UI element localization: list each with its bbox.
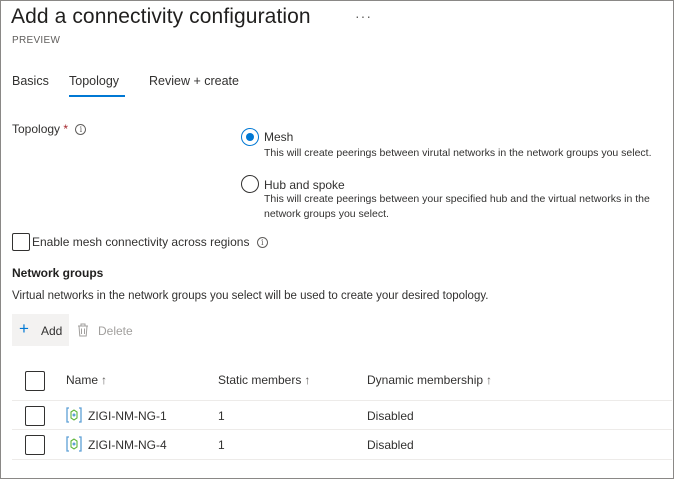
network-group-icon bbox=[66, 436, 82, 452]
table-divider bbox=[12, 429, 672, 430]
column-dynamic-membership-label: Dynamic membership bbox=[367, 373, 484, 387]
column-static-members-label: Static members bbox=[218, 373, 302, 387]
sort-arrow-icon: ↑ bbox=[101, 373, 108, 387]
network-group-name[interactable]: ZIGI-NM-NG-1 bbox=[88, 409, 167, 423]
network-group-name[interactable]: ZIGI-NM-NG-4 bbox=[88, 438, 167, 452]
column-name-label: Name bbox=[66, 373, 99, 387]
network-groups-description: Virtual networks in the network groups y… bbox=[12, 290, 489, 302]
hub-and-spoke-radio-label[interactable]: Hub and spoke bbox=[264, 178, 345, 192]
plus-icon: + bbox=[19, 319, 29, 338]
info-icon[interactable]: i bbox=[75, 124, 87, 136]
topology-field-label: Topology * i bbox=[12, 122, 87, 136]
column-header-name[interactable]: Name ↑ bbox=[66, 373, 107, 387]
column-header-dynamic-membership[interactable]: Dynamic membership ↑ bbox=[367, 373, 492, 387]
table-divider bbox=[12, 459, 672, 460]
tab-topology[interactable]: Topology bbox=[69, 74, 119, 88]
column-header-static-members[interactable]: Static members ↑ bbox=[218, 373, 310, 387]
tab-basics[interactable]: Basics bbox=[12, 74, 49, 88]
network-group-icon bbox=[66, 407, 82, 423]
sort-arrow-icon: ↑ bbox=[304, 373, 311, 387]
more-options-button[interactable]: ··· bbox=[355, 8, 372, 24]
add-button-label: Add bbox=[41, 324, 63, 338]
static-members-value: 1 bbox=[218, 409, 225, 423]
info-icon[interactable]: i bbox=[256, 237, 268, 249]
mesh-radio-label[interactable]: Mesh bbox=[264, 130, 293, 144]
add-button[interactable]: + Add bbox=[12, 314, 69, 346]
topology-label-text: Topology bbox=[12, 122, 61, 136]
select-all-checkbox[interactable] bbox=[25, 371, 45, 391]
active-tab-indicator bbox=[69, 95, 125, 97]
hub-and-spoke-description-line1: This will create peerings between your s… bbox=[264, 193, 650, 205]
page-title: Add a connectivity configuration bbox=[11, 5, 311, 28]
tab-review-create[interactable]: Review + create bbox=[149, 74, 239, 88]
required-marker: * bbox=[63, 122, 69, 136]
dynamic-membership-value: Disabled bbox=[367, 409, 414, 423]
row-checkbox[interactable] bbox=[25, 406, 45, 426]
static-members-value: 1 bbox=[218, 438, 225, 452]
network-groups-title: Network groups bbox=[12, 266, 104, 280]
mesh-radio[interactable] bbox=[241, 128, 259, 146]
hub-and-spoke-description-line2: network groups you select. bbox=[264, 208, 389, 220]
table-divider bbox=[12, 400, 672, 401]
trash-icon bbox=[78, 323, 88, 337]
preview-label: PREVIEW bbox=[12, 35, 61, 46]
enable-global-mesh-checkbox[interactable] bbox=[12, 233, 30, 251]
hub-and-spoke-radio[interactable] bbox=[241, 175, 259, 193]
mesh-description: This will create peerings between viruta… bbox=[264, 147, 652, 159]
delete-button-label: Delete bbox=[98, 324, 133, 338]
sort-arrow-icon: ↑ bbox=[486, 373, 493, 387]
dynamic-membership-value: Disabled bbox=[367, 438, 414, 452]
enable-global-mesh-label[interactable]: Enable mesh connectivity across regions bbox=[32, 235, 249, 249]
enable-global-mesh-field: Enable mesh connectivity across regions … bbox=[32, 235, 268, 249]
row-checkbox[interactable] bbox=[25, 435, 45, 455]
